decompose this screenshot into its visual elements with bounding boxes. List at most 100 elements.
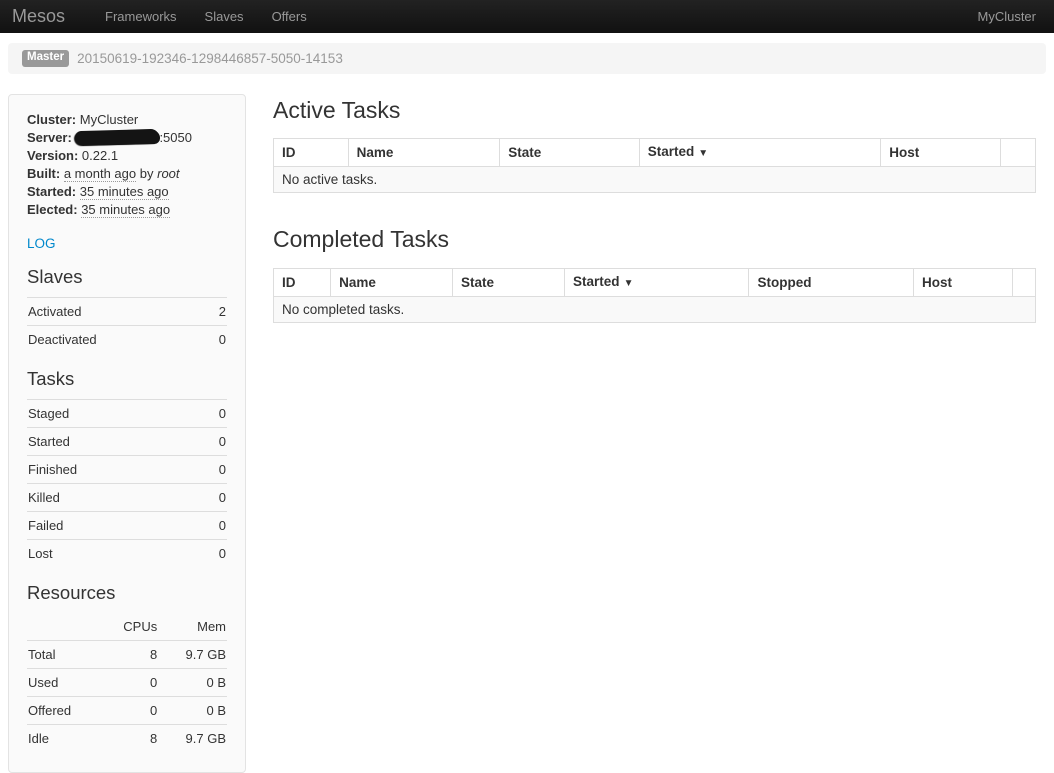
built-user: root [157, 166, 179, 181]
redacted-server-address [75, 128, 159, 144]
completed-tasks-table: ID Name State Started ▼ Stopped Host No c… [273, 268, 1036, 323]
sidebar: Cluster: MyCluster Server: :5050 Version… [8, 94, 246, 773]
column-header-actions [1013, 268, 1036, 296]
stat-value: 0 [196, 511, 227, 539]
table-header-row: ID Name State Started ▼ Stopped Host [274, 268, 1036, 296]
column-header-started-label: Started [573, 274, 620, 289]
table-row: Staged 0 [27, 399, 227, 427]
resources-mem-header: Mem [158, 613, 227, 641]
table-row: Lost 0 [27, 539, 227, 567]
elected-relative-time: 35 minutes ago [81, 202, 170, 218]
column-header-id[interactable]: ID [274, 139, 349, 167]
version-value: 0.22.1 [82, 148, 118, 163]
nav-item-offers[interactable]: Offers [258, 0, 321, 33]
active-tasks-table: ID Name State Started▼ Host No active ta… [273, 138, 1036, 193]
active-tasks-heading: Active Tasks [273, 97, 1036, 125]
column-header-started[interactable]: Started▼ [639, 139, 881, 167]
table-row: Finished 0 [27, 455, 227, 483]
completed-tasks-heading: Completed Tasks [273, 226, 1036, 254]
sort-desc-icon: ▼ [698, 148, 708, 159]
stat-value: 0 B [158, 697, 227, 725]
column-header-started[interactable]: Started ▼ [565, 268, 749, 296]
server-port: :5050 [159, 130, 192, 145]
column-header-host[interactable]: Host [914, 268, 1013, 296]
table-row: Started 0 [27, 427, 227, 455]
tasks-table: Staged 0 Started 0 Finished 0 Killed 0 F… [27, 399, 227, 567]
stat-label: Finished [27, 455, 196, 483]
nav-item-slaves[interactable]: Slaves [191, 0, 258, 33]
stat-label: Lost [27, 539, 196, 567]
server-info-line: Server: :5050 [27, 129, 227, 147]
empty-state-row: No completed tasks. [274, 296, 1036, 322]
resources-cpus-header: CPUs [100, 613, 158, 641]
column-header-started-label: Started [648, 144, 695, 159]
stat-value: 0 [100, 697, 158, 725]
table-header-row: ID Name State Started▼ Host [274, 139, 1036, 167]
master-badge: Master [22, 50, 69, 67]
table-row: Killed 0 [27, 483, 227, 511]
column-header-name[interactable]: Name [348, 139, 500, 167]
navbar-cluster-name: MyCluster [977, 9, 1044, 24]
stat-label: Killed [27, 483, 196, 511]
column-header-state[interactable]: State [453, 268, 565, 296]
stat-value: 0 [196, 483, 227, 511]
built-info-line: Built: a month ago by root [27, 165, 227, 183]
cluster-label: Cluster: [27, 112, 76, 127]
built-label: Built: [27, 166, 60, 181]
sort-desc-icon: ▼ [624, 278, 634, 289]
stat-label: Idle [27, 725, 100, 753]
stat-label: Offered [27, 697, 100, 725]
stat-value: 0 B [158, 669, 227, 697]
stat-label: Staged [27, 399, 196, 427]
column-header-host[interactable]: Host [881, 139, 1001, 167]
cluster-info-line: Cluster: MyCluster [27, 111, 227, 129]
column-header-stopped[interactable]: Stopped [749, 268, 914, 296]
column-header-actions [1000, 139, 1035, 167]
elected-label: Elected: [27, 202, 78, 217]
server-label: Server: [27, 130, 72, 145]
stat-value: 2 [204, 297, 227, 325]
built-by-text: by [140, 166, 154, 181]
empty-state-message: No completed tasks. [274, 296, 1036, 322]
stat-value: 0 [196, 539, 227, 567]
table-row: Deactivated 0 [27, 325, 227, 353]
table-row: Idle 8 9.7 GB [27, 725, 227, 753]
cluster-value: MyCluster [80, 112, 139, 127]
log-link[interactable]: LOG [27, 236, 56, 251]
built-relative-time: a month ago [64, 166, 136, 182]
stat-value: 8 [100, 641, 158, 669]
column-header-id[interactable]: ID [274, 268, 331, 296]
breadcrumb: Master 20150619-192346-1298446857-5050-1… [8, 43, 1046, 74]
table-row: CPUs Mem [27, 613, 227, 641]
started-relative-time: 35 minutes ago [80, 184, 169, 200]
column-header-name[interactable]: Name [331, 268, 453, 296]
stat-value: 0 [196, 399, 227, 427]
stat-label: Deactivated [27, 325, 204, 353]
slaves-section-heading: Slaves [27, 266, 227, 288]
column-header-state[interactable]: State [500, 139, 639, 167]
empty-state-row: No active tasks. [274, 167, 1036, 193]
navbar: Mesos Frameworks Slaves Offers MyCluster [0, 0, 1054, 33]
main-content: Active Tasks ID Name State Started▼ Host… [273, 94, 1036, 323]
started-label: Started: [27, 184, 76, 199]
started-info-line: Started: 35 minutes ago [27, 183, 227, 201]
slaves-table: Activated 2 Deactivated 0 [27, 297, 227, 353]
table-row: Failed 0 [27, 511, 227, 539]
stat-label: Used [27, 669, 100, 697]
stat-value: 0 [196, 455, 227, 483]
stat-value: 9.7 GB [158, 725, 227, 753]
nav-item-frameworks[interactable]: Frameworks [91, 0, 191, 33]
elected-info-line: Elected: 35 minutes ago [27, 201, 227, 219]
stat-label: Activated [27, 297, 204, 325]
stat-label: Total [27, 641, 100, 669]
table-row: Used 0 0 B [27, 669, 227, 697]
stat-label: Failed [27, 511, 196, 539]
empty-state-message: No active tasks. [274, 167, 1036, 193]
navbar-brand[interactable]: Mesos [10, 6, 75, 27]
stat-value: 0 [196, 427, 227, 455]
stat-value: 9.7 GB [158, 641, 227, 669]
version-label: Version: [27, 148, 78, 163]
stat-value: 8 [100, 725, 158, 753]
master-id: 20150619-192346-1298446857-5050-14153 [77, 51, 343, 66]
stat-value: 0 [204, 325, 227, 353]
